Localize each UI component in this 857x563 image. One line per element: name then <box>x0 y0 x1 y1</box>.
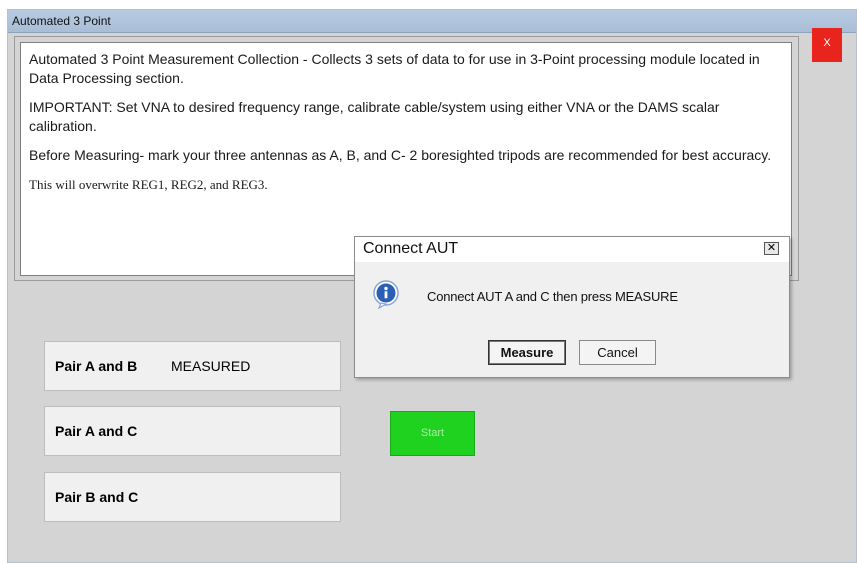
description-paragraph-3: Before Measuring- mark your three antenn… <box>29 147 772 163</box>
pair-ac-button[interactable]: Pair A and C <box>44 406 341 456</box>
pair-ab-button[interactable]: Pair A and B MEASURED <box>44 341 341 391</box>
overwrite-warning: This will overwrite REG1, REG2, and REG3… <box>29 177 268 192</box>
pair-label: Pair B and C <box>55 489 139 505</box>
info-icon <box>371 279 401 310</box>
pair-label: Pair A and B <box>55 358 138 374</box>
cancel-button[interactable]: Cancel <box>579 340 656 365</box>
pair-bc-button[interactable]: Pair B and C <box>44 472 341 522</box>
close-button[interactable]: X <box>812 28 842 62</box>
dialog-message: Connect AUT A and C then press MEASURE <box>427 289 678 304</box>
pair-status: MEASURED <box>171 358 251 374</box>
description-paragraph-2: IMPORTANT: Set VNA to desired frequency … <box>29 99 720 134</box>
pair-label: Pair A and C <box>55 423 138 439</box>
dialog-close-icon[interactable]: ✕ <box>764 242 779 255</box>
connect-aut-dialog: Connect AUT ✕ Connect AUT A and C then p… <box>354 236 790 378</box>
description-paragraph-1: Automated 3 Point Measurement Collection… <box>29 51 760 86</box>
start-button[interactable]: Start <box>390 411 475 456</box>
window-titlebar: Automated 3 Point <box>8 10 856 33</box>
dialog-title: Connect AUT <box>363 240 459 257</box>
dialog-titlebar: Connect AUT ✕ <box>355 237 789 262</box>
window-title: Automated 3 Point <box>12 14 111 28</box>
measure-button[interactable]: Measure <box>488 340 566 365</box>
